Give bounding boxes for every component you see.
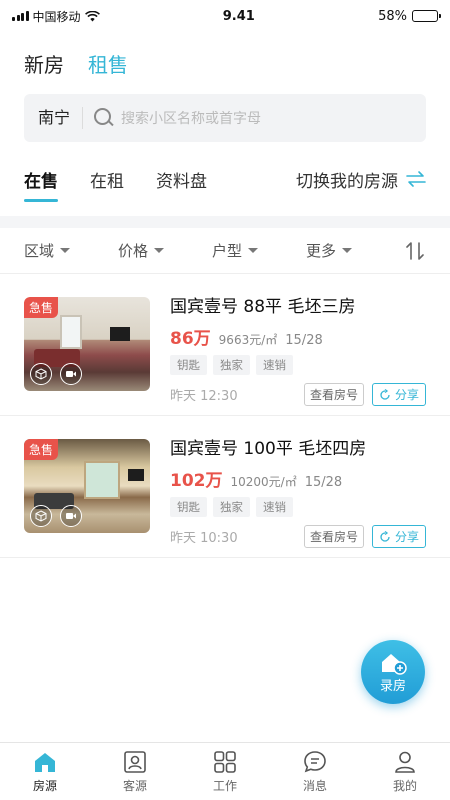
view-room-number-button[interactable]: 查看房号 (303, 383, 364, 406)
bottom-tab-bar: 房源 客源 工作 消息 我的 (0, 742, 450, 800)
status-bar: 中国移动 9.41 58% (0, 0, 450, 32)
listing-time: 昨天 12:30 (170, 389, 238, 404)
tab-for-rent[interactable]: 在租 (90, 167, 124, 192)
listing-time: 昨天 10:30 (170, 531, 238, 546)
filter-area-label: 区域 (24, 242, 55, 260)
carrier-info: 中国移动 (12, 8, 100, 25)
tab-new-homes[interactable]: 新房 (24, 49, 64, 78)
tab-clients-label: 客源 (122, 779, 147, 793)
wifi-icon (84, 10, 100, 21)
tag: 钥匙 (170, 497, 207, 517)
listing-unit-price: 9663元/㎡ (218, 333, 278, 347)
listing-card[interactable]: 急售 国宾壹号 100平 毛坯四房 102万 10200元/㎡ 15/28 钥匙… (0, 416, 450, 558)
tag: 速销 (256, 355, 293, 375)
house-plus-icon (382, 653, 407, 675)
battery-icon (412, 10, 441, 22)
share-button[interactable]: 分享 (371, 383, 426, 406)
urgent-badge: 急售 (24, 297, 59, 318)
tab-profile-label: 我的 (392, 779, 417, 793)
caret-down-icon (342, 248, 353, 253)
listing-type-tabs: 在售 在租 资料盘 切换我的房源 (0, 142, 450, 216)
filter-price[interactable]: 价格 (118, 240, 212, 261)
caret-down-icon (154, 248, 165, 253)
tab-listings[interactable]: 房源 (0, 743, 90, 800)
switch-my-listings-button[interactable]: 切换我的房源 (296, 167, 426, 192)
city-selector[interactable]: 南宁 (24, 107, 84, 129)
tag: 钥匙 (170, 355, 207, 375)
share-label: 分享 (394, 530, 419, 544)
listing-info: 国宾壹号 100平 毛坯四房 102万 10200元/㎡ 15/28 钥匙 独家… (170, 438, 426, 548)
battery-percent: 58% (378, 8, 407, 24)
filter-area[interactable]: 区域 (24, 240, 118, 261)
vr-cube-icon[interactable] (30, 505, 52, 527)
share-icon (380, 530, 390, 542)
search-input[interactable] (121, 110, 382, 126)
listing-unit-price: 10200元/㎡ (230, 475, 297, 489)
listing-card[interactable]: 急售 国宾壹号 88平 毛坯三房 86万 9663元/㎡ 15/28 钥匙 独家… (0, 274, 450, 416)
home-icon (35, 753, 55, 772)
tag: 速销 (256, 497, 293, 517)
tab-listings-label: 房源 (32, 779, 57, 793)
swap-icon (406, 171, 426, 187)
share-button[interactable]: 分享 (371, 525, 426, 548)
filter-layout[interactable]: 户型 (212, 240, 306, 261)
caret-down-icon (60, 248, 71, 253)
listing-title: 国宾壹号 100平 毛坯四房 (170, 439, 367, 459)
section-divider (0, 216, 450, 228)
tab-profile[interactable]: 我的 (360, 743, 450, 800)
video-icon[interactable] (60, 363, 82, 385)
tab-clients[interactable]: 客源 (90, 743, 180, 800)
tag: 独家 (213, 497, 250, 517)
clock: 9.41 (222, 8, 255, 24)
listing-price: 102万 (170, 471, 223, 491)
tag: 独家 (213, 355, 250, 375)
listing-photo[interactable]: 急售 (24, 439, 150, 533)
filter-more[interactable]: 更多 (306, 240, 400, 261)
carrier-label: 中国移动 (32, 9, 81, 24)
listing-floor: 15/28 (304, 475, 343, 490)
grid-icon (214, 751, 236, 773)
tab-work[interactable]: 工作 (180, 743, 270, 800)
add-listing-label: 录房 (379, 678, 406, 694)
share-label: 分享 (394, 388, 419, 402)
tab-messages-label: 消息 (302, 779, 327, 793)
listing-price: 86万 (170, 329, 211, 349)
battery-info: 58% (378, 8, 441, 24)
add-listing-button[interactable]: 录房 (361, 640, 425, 704)
filter-bar: 区域 价格 户型 更多 (0, 228, 450, 274)
tab-work-label: 工作 (212, 779, 237, 793)
vr-cube-icon[interactable] (30, 363, 52, 385)
caret-down-icon (248, 248, 259, 253)
signal-icon (12, 11, 29, 21)
user-icon (395, 751, 415, 773)
tab-archive[interactable]: 资料盘 (156, 167, 207, 192)
listing-floor: 15/28 (285, 333, 323, 348)
filter-layout-label: 户型 (212, 242, 243, 260)
filter-price-label: 价格 (118, 242, 149, 260)
video-icon[interactable] (60, 505, 82, 527)
urgent-badge: 急售 (24, 439, 59, 460)
view-room-number-button[interactable]: 查看房号 (303, 525, 364, 548)
switch-label: 切换我的房源 (296, 171, 398, 192)
tab-messages[interactable]: 消息 (270, 743, 360, 800)
sort-icon[interactable] (404, 241, 426, 261)
listing-tags: 钥匙 独家 速销 (170, 355, 426, 375)
tab-on-sale[interactable]: 在售 (24, 167, 58, 202)
filter-more-label: 更多 (306, 242, 337, 260)
tab-rent-sale[interactable]: 租售 (88, 49, 128, 78)
search-bar: 南宁 (24, 94, 426, 142)
listing-tags: 钥匙 独家 速销 (170, 497, 426, 517)
contact-card-icon (124, 751, 146, 773)
listing-title: 国宾壹号 88平 毛坯三房 (170, 297, 356, 317)
listing-photo[interactable]: 急售 (24, 297, 150, 391)
search-icon (93, 107, 115, 129)
share-icon (380, 388, 390, 400)
listing-info: 国宾壹号 88平 毛坯三房 86万 9663元/㎡ 15/28 钥匙 独家 速销… (170, 296, 426, 406)
chat-bubble-icon (304, 751, 326, 773)
top-tabs: 新房 租售 (0, 32, 450, 94)
